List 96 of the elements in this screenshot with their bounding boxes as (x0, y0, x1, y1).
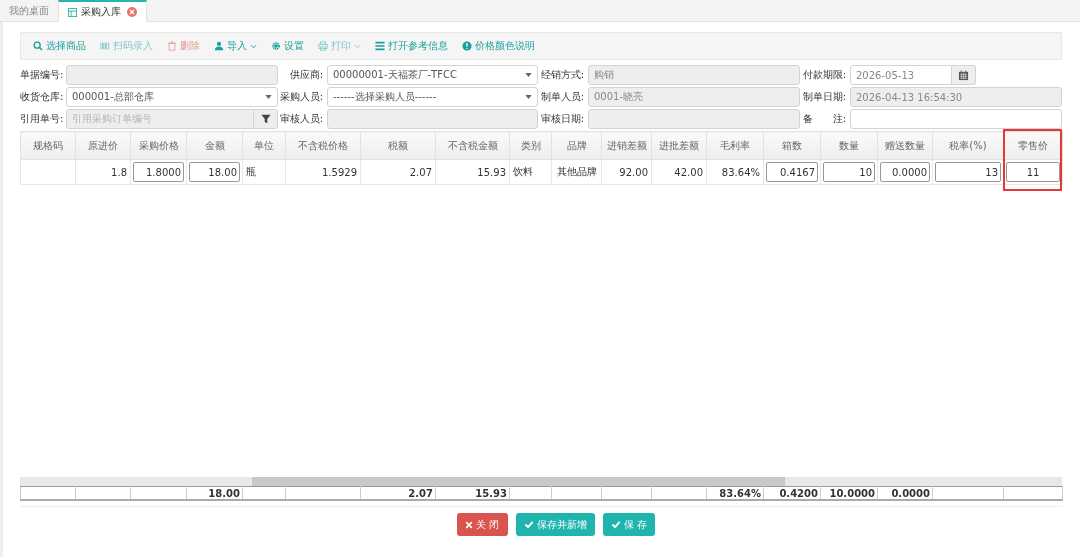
text-field[interactable] (850, 109, 1062, 129)
table-cell: 15.93 (477, 166, 506, 178)
tab[interactable]: 我的桌面 (0, 0, 58, 21)
column-header[interactable]: 箱数 (763, 131, 821, 160)
dropdown-arrow-icon[interactable] (525, 95, 532, 99)
caret-icon (250, 43, 257, 49)
column-header[interactable]: 规格码 (20, 131, 76, 160)
printer-icon (318, 41, 328, 51)
column-header[interactable]: 不含税金额 (435, 131, 510, 160)
trash-icon (167, 41, 177, 51)
cell-input[interactable]: 0.0000 (880, 162, 930, 182)
column-header[interactable]: 数量 (820, 131, 878, 160)
field-label: 经销方式: (539, 68, 585, 82)
caret-icon (354, 43, 361, 49)
calendar-icon (958, 69, 969, 81)
total-cell: 83.64% (719, 487, 761, 499)
field-label: 供应商: (288, 68, 324, 82)
field-label: 备 注: (801, 112, 847, 126)
column-header[interactable]: 单位 (242, 131, 286, 160)
text-field[interactable] (66, 65, 278, 85)
cell-input[interactable]: 10 (823, 162, 875, 182)
toolbar-button[interactable]: 导入 (214, 39, 257, 53)
table-cell: 42.00 (674, 166, 703, 178)
column-header[interactable]: 金额 (186, 131, 243, 160)
column-header[interactable]: 原进价 (75, 131, 131, 160)
cell-input[interactable]: 1.8000 (133, 162, 184, 182)
field-label: 审核人员: (278, 112, 324, 126)
column-header[interactable]: 进销差额 (601, 131, 652, 160)
cell-input[interactable]: 13 (935, 162, 1001, 182)
text-field[interactable] (327, 109, 538, 129)
total-cell: 15.93 (475, 487, 507, 499)
total-cell: 18.00 (208, 487, 240, 499)
column-header[interactable]: 赠送数量 (877, 131, 933, 160)
check-icon (610, 520, 621, 529)
toolbar-button[interactable]: 选择商品 (33, 39, 86, 53)
table-cell: 1.8 (111, 166, 127, 178)
close-icon[interactable] (127, 7, 137, 17)
table-cell: 2.07 (409, 166, 432, 178)
table-cell: 饮料 (513, 166, 533, 177)
column-header[interactable]: 税率(%) (932, 131, 1004, 160)
field-label: 审核日期: (539, 112, 585, 126)
text-field[interactable]: 2026-04-13 16:54:30 (850, 87, 1062, 107)
user-icon (214, 41, 224, 51)
column-header[interactable]: 零售价 (1003, 131, 1063, 160)
total-cell: 0.4200 (779, 487, 818, 499)
field-label: 制单人员: (539, 90, 585, 104)
column-header[interactable]: 不含税价格 (285, 131, 361, 160)
total-cell: 10.0000 (829, 487, 875, 499)
table-cell: 瓶 (246, 166, 256, 177)
field-label: 引用单号: (20, 112, 65, 126)
field-label: 采购人员: (278, 90, 324, 104)
barcode-icon (100, 41, 110, 51)
field-label: 收货仓库: (20, 90, 65, 104)
total-cell: 2.07 (408, 487, 433, 499)
toolbar-button[interactable]: 打开参考信息 (375, 39, 448, 53)
field-label: 制单日期: (801, 90, 847, 104)
close-icon (465, 520, 474, 529)
column-header[interactable]: 类别 (509, 131, 552, 160)
list-icon (375, 41, 385, 51)
cell-input[interactable]: 18.00 (189, 162, 240, 182)
text-field[interactable]: 购销 (588, 65, 800, 85)
search-icon (33, 41, 43, 51)
total-cell: 0.0000 (891, 487, 930, 499)
select-field[interactable]: 000001-总部仓库 (66, 87, 278, 107)
date-field[interactable]: 2026-05-13 (850, 65, 952, 85)
tab[interactable]: 采购入库 (58, 0, 147, 22)
gear-icon (271, 41, 281, 51)
table-cell: 92.00 (619, 166, 648, 178)
select-field[interactable]: ------选择采购人员------ (327, 87, 538, 107)
check-icon (523, 520, 534, 529)
column-header[interactable]: 采购价格 (130, 131, 187, 160)
calendar-button[interactable] (952, 65, 976, 85)
info-icon (462, 41, 472, 51)
table-cell: 83.64% (721, 166, 760, 178)
toolbar-button[interactable]: 价格颜色说明 (462, 39, 535, 53)
text-field[interactable]: 0001-晓亮 (588, 87, 800, 107)
cell-input[interactable]: 11 (1006, 162, 1060, 182)
filter-icon (260, 114, 271, 124)
column-header[interactable]: 进批差额 (651, 131, 707, 160)
table-cell: 其他品牌 (556, 166, 597, 177)
filter-button[interactable] (254, 109, 278, 129)
horizontal-scrollbar[interactable] (20, 477, 1062, 486)
field-label: 付款期限: (801, 68, 847, 82)
toolbar-button[interactable]: 设置 (271, 39, 304, 53)
cell-input[interactable]: 0.4167 (766, 162, 818, 182)
column-header[interactable]: 毛利率 (706, 131, 764, 160)
dropdown-arrow-icon[interactable] (525, 73, 532, 77)
table-icon (68, 7, 77, 17)
dropdown-arrow-icon[interactable] (265, 95, 272, 99)
close-button[interactable]: 关 闭 (457, 513, 508, 536)
table-cell: 1.5929 (322, 166, 357, 178)
field-label: 单据编号: (20, 68, 65, 82)
text-field[interactable] (588, 109, 800, 129)
column-header[interactable]: 品牌 (551, 131, 602, 160)
select-field[interactable]: 00000001-天福茶厂-TFCC (327, 65, 538, 85)
column-header[interactable]: 税额 (360, 131, 436, 160)
